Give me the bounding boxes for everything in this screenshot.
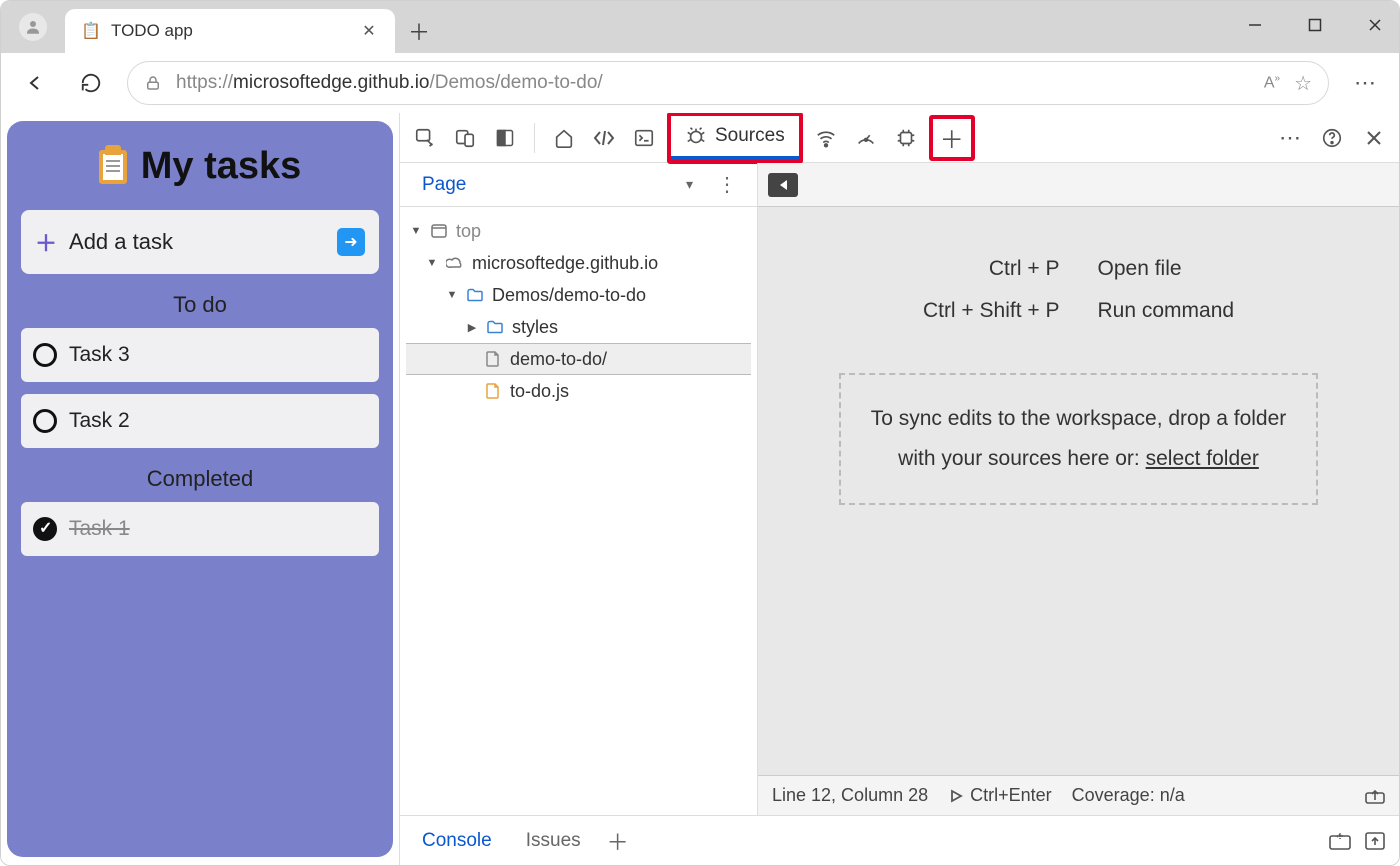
address-bar[interactable]: https://microsoftedge.github.io/Demos/de… (127, 61, 1329, 105)
device-toggle-icon[interactable] (448, 121, 482, 155)
profile-avatar[interactable] (19, 13, 47, 41)
cloud-icon (446, 254, 464, 272)
inspect-element-icon[interactable] (408, 121, 442, 155)
more-tabs-button[interactable]: ＋ (935, 121, 969, 155)
select-folder-link[interactable]: select folder (1146, 447, 1259, 470)
drawer-dock-icon[interactable] (1365, 832, 1385, 850)
task-row[interactable]: Task 1 (21, 502, 379, 556)
coverage-label: Coverage: n/a (1072, 785, 1185, 806)
refresh-button[interactable] (71, 63, 111, 103)
reader-mode-icon[interactable]: A» (1264, 73, 1280, 92)
devtools-toolbar: Sources ＋ ⋯ (400, 113, 1399, 163)
todo-heading: To do (21, 292, 379, 318)
close-devtools-button[interactable] (1357, 121, 1391, 155)
tree-node-index[interactable]: demo-to-do/ (406, 343, 751, 375)
task-name: Task 3 (69, 343, 130, 367)
add-task-label: Add a task (69, 229, 325, 255)
task-name: Task 1 (69, 517, 130, 541)
run-snippet-button[interactable]: Ctrl+Enter (948, 785, 1052, 806)
tree-node-js[interactable]: to-do.js (406, 375, 751, 407)
maximize-button[interactable] (1299, 9, 1331, 41)
collapse-sidebar-button[interactable] (768, 173, 798, 197)
favorite-icon[interactable]: ☆ (1294, 71, 1312, 96)
app-title: My tasks (21, 145, 379, 188)
app-heading: My tasks (141, 145, 302, 188)
window-icon (430, 222, 448, 240)
editor-statusbar: Line 12, Column 28 Ctrl+Enter Coverage: … (758, 775, 1399, 815)
add-task-button[interactable]: ＋ Add a task ➜ (21, 210, 379, 274)
clipboard-icon (99, 150, 127, 184)
close-tab-button[interactable]: ✕ (357, 19, 381, 43)
file-tree: ▼ top ▼ microsoftedge.github.io ▼ (400, 207, 757, 415)
tab-title: TODO app (111, 21, 357, 41)
lock-icon (144, 74, 162, 92)
page-content: My tasks ＋ Add a task ➜ To do Task 3 Tas… (1, 113, 399, 865)
task-row[interactable]: Task 2 (21, 394, 379, 448)
performance-tab-icon[interactable] (849, 121, 883, 155)
elements-tab-icon[interactable] (587, 121, 621, 155)
drawer-issues-tab[interactable]: Issues (518, 824, 589, 858)
folder-icon (466, 286, 484, 304)
checkbox-checked-icon[interactable] (33, 517, 57, 541)
devtools-panel: Sources ＋ ⋯ (399, 113, 1399, 865)
folder-icon (486, 318, 504, 336)
devtools-drawer: Console Issues ＋ (400, 815, 1399, 865)
network-tab-icon[interactable] (809, 121, 843, 155)
play-icon (948, 788, 964, 804)
task-name: Task 2 (69, 409, 130, 433)
memory-tab-icon[interactable] (889, 121, 923, 155)
new-tab-button[interactable]: ＋ (399, 11, 439, 51)
tree-node-folder[interactable]: ▼ Demos/demo-to-do (406, 279, 751, 311)
page-tab[interactable]: Page (412, 166, 476, 204)
browser-tab[interactable]: 📋 TODO app ✕ (65, 9, 395, 53)
sources-editor: Ctrl + P Open file Ctrl + Shift + P Run … (758, 163, 1399, 815)
tree-node-styles[interactable]: ▶ styles (406, 311, 751, 343)
dock-side-icon[interactable] (488, 121, 522, 155)
close-window-button[interactable] (1359, 9, 1391, 41)
url-text: https://microsoftedge.github.io/Demos/de… (176, 72, 1250, 94)
sources-tab-label: Sources (715, 125, 785, 147)
cursor-position: Line 12, Column 28 (772, 785, 928, 806)
help-icon[interactable] (1315, 121, 1349, 155)
tree-node-top[interactable]: ▼ top (406, 215, 751, 247)
sources-tab[interactable]: Sources (671, 116, 799, 160)
js-file-icon (484, 382, 502, 400)
welcome-tab-icon[interactable] (547, 121, 581, 155)
devtools-settings-menu[interactable]: ⋯ (1273, 121, 1307, 155)
file-icon (484, 350, 502, 368)
navigator-menu[interactable]: ⋮ (709, 168, 745, 201)
workspace-dropzone[interactable]: To sync edits to the workspace, drop a f… (839, 373, 1319, 505)
plus-icon: ＋ (35, 226, 57, 258)
shortcut-hints: Ctrl + P Open file Ctrl + Shift + P Run … (903, 247, 1254, 333)
checkbox-icon[interactable] (33, 409, 57, 433)
drawer-console-tab[interactable]: Console (414, 824, 500, 858)
tree-node-host[interactable]: ▼ microsoftedge.github.io (406, 247, 751, 279)
browser-menu-button[interactable]: ⋯ (1345, 63, 1385, 103)
sources-navigator: Page ▾ ⋮ ▼ top ▼ microsoftedg (400, 163, 758, 815)
arrow-right-icon[interactable]: ➜ (337, 228, 365, 256)
console-tab-icon[interactable] (627, 121, 661, 155)
upload-icon[interactable] (1365, 788, 1385, 804)
drawer-add-tab[interactable]: ＋ (607, 825, 629, 857)
checkbox-icon[interactable] (33, 343, 57, 367)
minimize-button[interactable] (1239, 9, 1271, 41)
browser-titlebar: 📋 TODO app ✕ ＋ (1, 1, 1399, 53)
chevron-down-icon[interactable]: ▾ (680, 170, 699, 199)
bug-icon (685, 125, 707, 147)
clipboard-icon: 📋 (81, 21, 101, 41)
completed-heading: Completed (21, 466, 379, 492)
drawer-expand-icon[interactable] (1329, 832, 1351, 850)
browser-toolbar: https://microsoftedge.github.io/Demos/de… (1, 53, 1399, 113)
back-button[interactable] (15, 63, 55, 103)
task-row[interactable]: Task 3 (21, 328, 379, 382)
